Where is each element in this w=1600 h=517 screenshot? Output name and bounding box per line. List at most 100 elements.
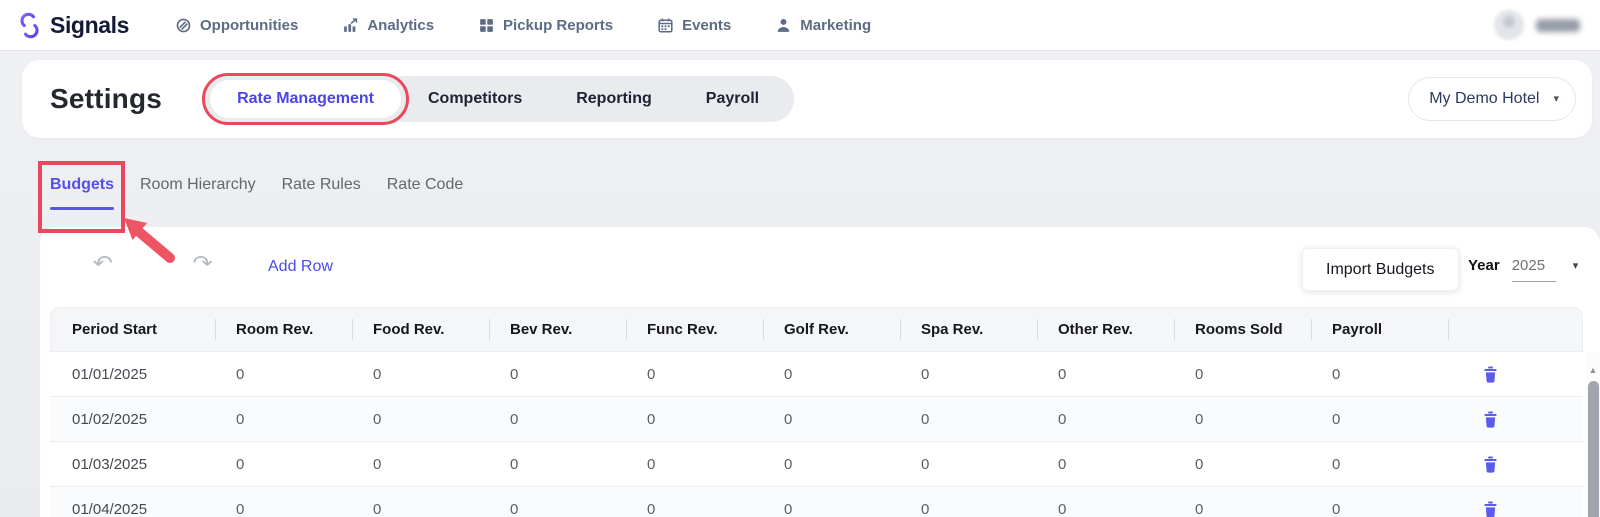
delete-row-button[interactable] bbox=[1447, 397, 1583, 441]
value-cell[interactable]: 0 bbox=[625, 352, 762, 396]
nav-item-marketing[interactable]: Marketing bbox=[775, 17, 871, 34]
value-cell[interactable]: 0 bbox=[1173, 397, 1310, 441]
table-row: 01/04/2025000000000 bbox=[50, 487, 1583, 517]
primary-nav: Opportunities Analytics Pickup Reports Even… bbox=[175, 17, 871, 34]
value-cell[interactable]: 0 bbox=[214, 352, 351, 396]
value-cell[interactable]: 0 bbox=[1173, 487, 1310, 517]
value-cell[interactable]: 0 bbox=[1310, 442, 1447, 486]
value-cell[interactable]: 0 bbox=[762, 487, 899, 517]
table-header-row: Period StartRoom Rev.Food Rev.Bev Rev.Fu… bbox=[50, 307, 1583, 352]
value-cell[interactable]: 0 bbox=[351, 397, 488, 441]
user-name-blurred bbox=[1536, 19, 1580, 32]
budgets-toolbar: ↶ ↷ Add Row Import Budgets Year 2025 ▾ bbox=[40, 227, 1600, 307]
year-select[interactable]: 2025 ▾ bbox=[1512, 257, 1579, 282]
nav-item-pickup-reports[interactable]: Pickup Reports bbox=[478, 17, 613, 34]
value-cell[interactable]: 0 bbox=[899, 442, 1036, 486]
value-cell[interactable]: 0 bbox=[1310, 487, 1447, 517]
marketing-icon bbox=[775, 17, 792, 34]
column-header-func-rev: Func Rev. bbox=[626, 308, 763, 351]
tab-competitors[interactable]: Competitors bbox=[401, 76, 549, 122]
value-cell[interactable]: 0 bbox=[214, 442, 351, 486]
column-header-spa-rev: Spa Rev. bbox=[900, 308, 1037, 351]
budgets-panel: ↶ ↷ Add Row Import Budgets Year 2025 ▾ P… bbox=[40, 227, 1600, 517]
table-row: 01/02/2025000000000 bbox=[50, 397, 1583, 442]
nav-item-analytics[interactable]: Analytics bbox=[342, 17, 434, 34]
trash-icon bbox=[1483, 501, 1498, 517]
user-avatar[interactable] bbox=[1494, 10, 1524, 40]
period-start-cell[interactable]: 01/02/2025 bbox=[50, 397, 214, 441]
table-row: 01/01/2025000000000 bbox=[50, 352, 1583, 397]
column-header-food-rev: Food Rev. bbox=[352, 308, 489, 351]
value-cell[interactable]: 0 bbox=[488, 397, 625, 441]
brand-logo[interactable]: Signals bbox=[16, 12, 129, 39]
brand-name: Signals bbox=[50, 12, 129, 39]
value-cell[interactable]: 0 bbox=[1173, 442, 1310, 486]
trash-icon bbox=[1483, 411, 1498, 428]
opportunities-icon bbox=[175, 17, 192, 34]
subtab-budgets[interactable]: Budgets bbox=[50, 176, 114, 210]
value-cell[interactable]: 0 bbox=[625, 397, 762, 441]
value-cell[interactable]: 0 bbox=[1036, 352, 1173, 396]
value-cell[interactable]: 0 bbox=[899, 352, 1036, 396]
period-start-cell[interactable]: 01/04/2025 bbox=[50, 487, 214, 517]
tab-label: Reporting bbox=[576, 90, 652, 108]
delete-row-button[interactable] bbox=[1447, 352, 1583, 396]
nav-item-label: Events bbox=[682, 17, 731, 34]
user-area bbox=[1494, 10, 1584, 40]
value-cell[interactable]: 0 bbox=[351, 352, 488, 396]
value-cell[interactable]: 0 bbox=[762, 397, 899, 441]
value-cell[interactable]: 0 bbox=[762, 442, 899, 486]
value-cell[interactable]: 0 bbox=[899, 487, 1036, 517]
nav-item-label: Opportunities bbox=[200, 17, 298, 34]
value-cell[interactable]: 0 bbox=[351, 487, 488, 517]
value-cell[interactable]: 0 bbox=[1310, 352, 1447, 396]
rate-management-subtabs: Budgets Room Hierarchy Rate Rules Rate Code bbox=[50, 176, 463, 210]
value-cell[interactable]: 0 bbox=[1173, 352, 1310, 396]
delete-row-button[interactable] bbox=[1447, 442, 1583, 486]
value-cell[interactable]: 0 bbox=[1036, 487, 1173, 517]
vertical-scrollbar[interactable]: ▲ bbox=[1586, 352, 1600, 517]
tab-reporting[interactable]: Reporting bbox=[549, 76, 679, 122]
nav-item-events[interactable]: Events bbox=[657, 17, 731, 34]
events-icon bbox=[657, 17, 674, 34]
value-cell[interactable]: 0 bbox=[1036, 397, 1173, 441]
page-title: Settings bbox=[50, 83, 162, 115]
subtab-rate-code[interactable]: Rate Code bbox=[387, 176, 464, 210]
value-cell[interactable]: 0 bbox=[625, 487, 762, 517]
redo-icon[interactable]: ↷ bbox=[193, 253, 213, 274]
value-cell[interactable]: 0 bbox=[625, 442, 762, 486]
delete-row-button[interactable] bbox=[1447, 487, 1583, 517]
tab-rate-management[interactable]: Rate Management bbox=[210, 80, 401, 118]
hotel-selector[interactable]: My Demo Hotel ▾ bbox=[1408, 77, 1576, 121]
scrollbar-thumb[interactable] bbox=[1588, 381, 1599, 517]
subtab-rate-rules[interactable]: Rate Rules bbox=[282, 176, 361, 210]
value-cell[interactable]: 0 bbox=[1036, 442, 1173, 486]
year-control: Year 2025 ▾ bbox=[1468, 257, 1578, 282]
tab-payroll[interactable]: Payroll bbox=[679, 76, 786, 122]
column-header-bev-rev: Bev Rev. bbox=[489, 308, 626, 351]
analytics-icon bbox=[342, 17, 359, 34]
year-value: 2025 bbox=[1512, 257, 1556, 282]
value-cell[interactable]: 0 bbox=[214, 487, 351, 517]
value-cell[interactable]: 0 bbox=[351, 442, 488, 486]
undo-icon[interactable]: ↶ bbox=[93, 253, 113, 274]
chevron-down-icon: ▾ bbox=[1553, 94, 1559, 105]
app-canvas: Signals Opportunities Analytics Pickup Rep… bbox=[0, 0, 1600, 517]
year-label: Year bbox=[1468, 257, 1500, 274]
nav-item-label: Pickup Reports bbox=[503, 17, 613, 34]
table-row: 01/03/2025000000000 bbox=[50, 442, 1583, 487]
value-cell[interactable]: 0 bbox=[899, 397, 1036, 441]
value-cell[interactable]: 0 bbox=[214, 397, 351, 441]
value-cell[interactable]: 0 bbox=[762, 352, 899, 396]
import-budgets-button[interactable]: Import Budgets bbox=[1302, 248, 1459, 291]
value-cell[interactable]: 0 bbox=[488, 352, 625, 396]
value-cell[interactable]: 0 bbox=[488, 487, 625, 517]
add-row-button[interactable]: Add Row bbox=[268, 258, 333, 276]
value-cell[interactable]: 0 bbox=[488, 442, 625, 486]
period-start-cell[interactable]: 01/01/2025 bbox=[50, 352, 214, 396]
period-start-cell[interactable]: 01/03/2025 bbox=[50, 442, 214, 486]
scroll-up-arrow-icon[interactable]: ▲ bbox=[1589, 366, 1598, 375]
value-cell[interactable]: 0 bbox=[1310, 397, 1447, 441]
nav-item-opportunities[interactable]: Opportunities bbox=[175, 17, 298, 34]
subtab-room-hierarchy[interactable]: Room Hierarchy bbox=[140, 176, 256, 210]
